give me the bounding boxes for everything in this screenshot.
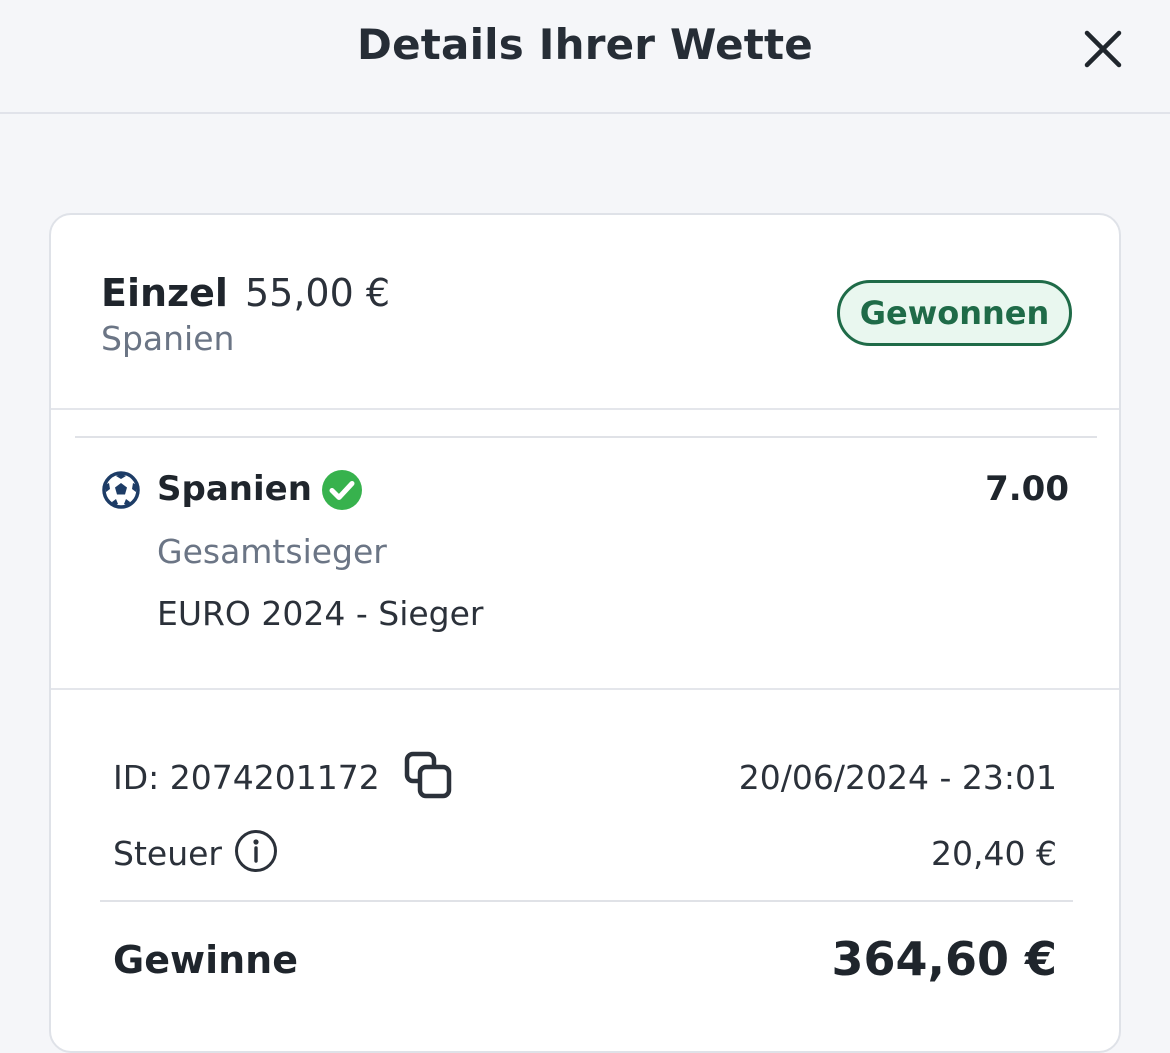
soccer-ball-icon [102,471,140,509]
selection-name: Spanien [157,469,312,509]
selection-odds: 7.00 [985,469,1069,509]
bet-type: Einzel [101,271,228,315]
bet-summary: Einzel 55,00 € Spanien Gewonnen [51,215,1119,410]
close-icon [1084,30,1122,68]
copy-icon [404,751,452,799]
winnings-label: Gewinne [113,938,298,982]
bet-card: Einzel 55,00 € Spanien Gewonnen Spanien … [49,213,1121,1053]
selection-market: Gesamtsieger [157,532,387,571]
tax-value: 20,40 € [931,834,1057,873]
bet-stake: 55,00 € [245,271,391,315]
selection-row: Spanien 7.00 Gesamtsieger EURO 2024 - Si… [51,438,1119,690]
close-button[interactable] [1080,26,1126,72]
sheet-header: Details Ihrer Wette [0,0,1170,114]
tax-label: Steuer [113,834,222,873]
check-circle-icon [322,470,362,510]
bet-id: ID: 2074201172 [113,758,380,797]
bet-info: ID: 2074201172 20/06/2024 - 23:01 Steuer… [51,690,1119,1051]
selection-event: EURO 2024 - Sieger [157,594,484,633]
divider [100,900,1073,902]
summary-selection: Spanien [101,319,235,358]
bet-datetime: 20/06/2024 - 23:01 [738,758,1057,797]
info-icon [235,830,277,872]
page-title: Details Ihrer Wette [357,20,813,69]
copy-id-button[interactable] [403,750,455,802]
status-badge: Gewonnen [837,280,1072,346]
winnings-value: 364,60 € [831,932,1057,986]
tax-info-button[interactable] [233,828,279,874]
bet-details-sheet: Details Ihrer Wette Einzel 55,00 € Spani… [0,0,1170,1053]
